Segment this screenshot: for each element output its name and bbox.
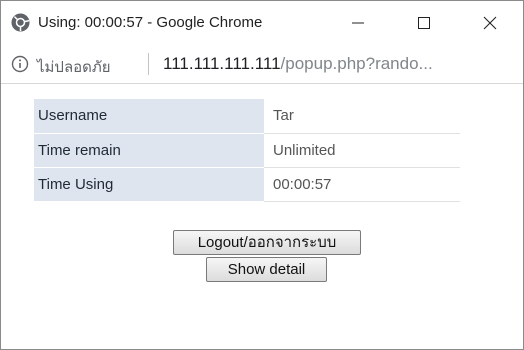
close-button[interactable] — [467, 1, 513, 45]
time-using-value: 00:00:57 — [264, 167, 460, 202]
session-info-table: Username Tar Time remain Unlimited Time … — [34, 99, 460, 202]
chrome-icon — [11, 13, 30, 32]
info-icon[interactable] — [11, 55, 29, 73]
title-bar[interactable]: Using: 00:00:57 - Google Chrome — [1, 1, 523, 45]
url-path: /popup.php?rando... — [280, 54, 433, 73]
window-title: Using: 00:00:57 - Google Chrome — [38, 14, 263, 31]
logout-button[interactable]: Logout/ออกจากระบบ — [173, 230, 361, 255]
url-text[interactable]: 111.111.111.111/popup.php?rando... — [163, 54, 433, 74]
minimize-icon — [352, 22, 364, 24]
table-row: Username Tar — [34, 99, 460, 134]
popup-window: Using: 00:00:57 - Google Chrome ไม่ปลอดภ… — [0, 0, 524, 350]
address-bar[interactable]: ไม่ปลอดภัย 111.111.111.111/popup.php?ran… — [1, 45, 523, 84]
table-row: Time remain Unlimited — [34, 133, 460, 168]
time-using-label: Time Using — [34, 167, 264, 202]
time-remain-value: Unlimited — [264, 133, 460, 168]
maximize-icon — [418, 17, 430, 29]
show-detail-button[interactable]: Show detail — [206, 257, 327, 282]
address-separator — [148, 53, 149, 75]
security-label[interactable]: ไม่ปลอดภัย — [37, 55, 111, 79]
close-icon — [483, 16, 497, 30]
time-remain-label: Time remain — [34, 133, 264, 168]
table-row: Time Using 00:00:57 — [34, 167, 460, 202]
username-label: Username — [34, 99, 264, 134]
url-host: 111.111.111.111 — [163, 54, 281, 73]
minimize-button[interactable] — [335, 1, 381, 45]
username-value: Tar — [264, 99, 460, 134]
maximize-button[interactable] — [401, 1, 447, 45]
